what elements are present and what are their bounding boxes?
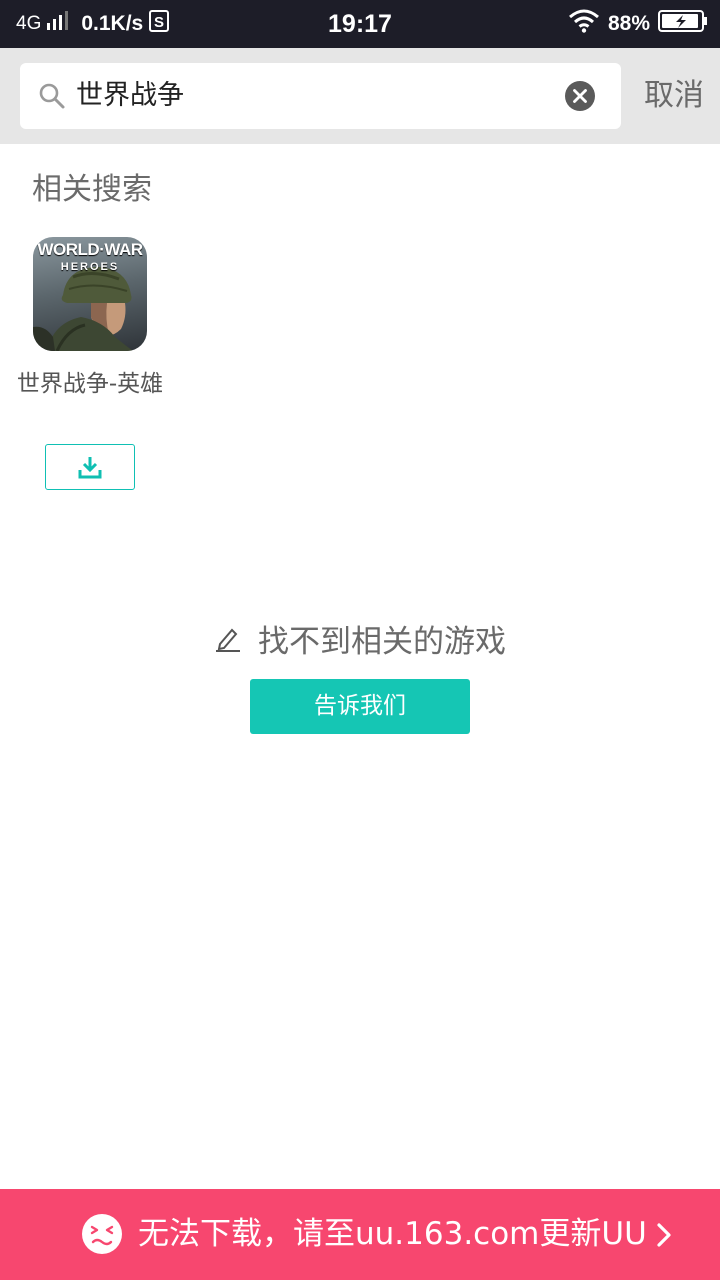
download-button[interactable] — [45, 444, 135, 490]
status-bar: 4G 0.1K/s S 19:17 88% — [0, 0, 720, 48]
pencil-icon — [214, 624, 242, 652]
search-icon — [38, 82, 66, 110]
chevron-right-icon — [655, 1222, 673, 1248]
empty-state-message: 找不到相关的游戏 — [258, 623, 506, 660]
download-icon — [78, 455, 102, 479]
status-right: 88% — [568, 0, 708, 48]
update-banner[interactable]: 无法下载，请至uu.163.com更新UU — [0, 1189, 720, 1280]
game-name[interactable]: 世界战争-英雄 — [0, 366, 180, 402]
search-input[interactable]: 世界战争 — [76, 63, 556, 129]
wifi-icon — [568, 9, 600, 39]
sad-face-icon — [82, 1214, 122, 1254]
empty-state: 找不到相关的游戏 — [0, 612, 720, 664]
search-header: 世界战争 取消 — [0, 48, 720, 144]
cancel-button[interactable]: 取消 — [628, 48, 720, 144]
battery-icon — [658, 9, 708, 39]
game-logo-subtitle: HEROES — [60, 261, 120, 273]
search-box[interactable]: 世界战争 — [20, 63, 621, 129]
game-logo-title: WORLD·WAR — [37, 240, 143, 259]
game-icon[interactable]: WORLD·WAR HEROES — [33, 237, 147, 351]
related-search-title: 相关搜索 — [32, 172, 152, 207]
battery-percent: 88% — [607, 12, 650, 35]
tell-us-button[interactable]: 告诉我们 — [250, 679, 470, 734]
clear-icon[interactable] — [565, 81, 595, 111]
banner-text: 无法下载，请至uu.163.com更新UU — [138, 1216, 647, 1252]
